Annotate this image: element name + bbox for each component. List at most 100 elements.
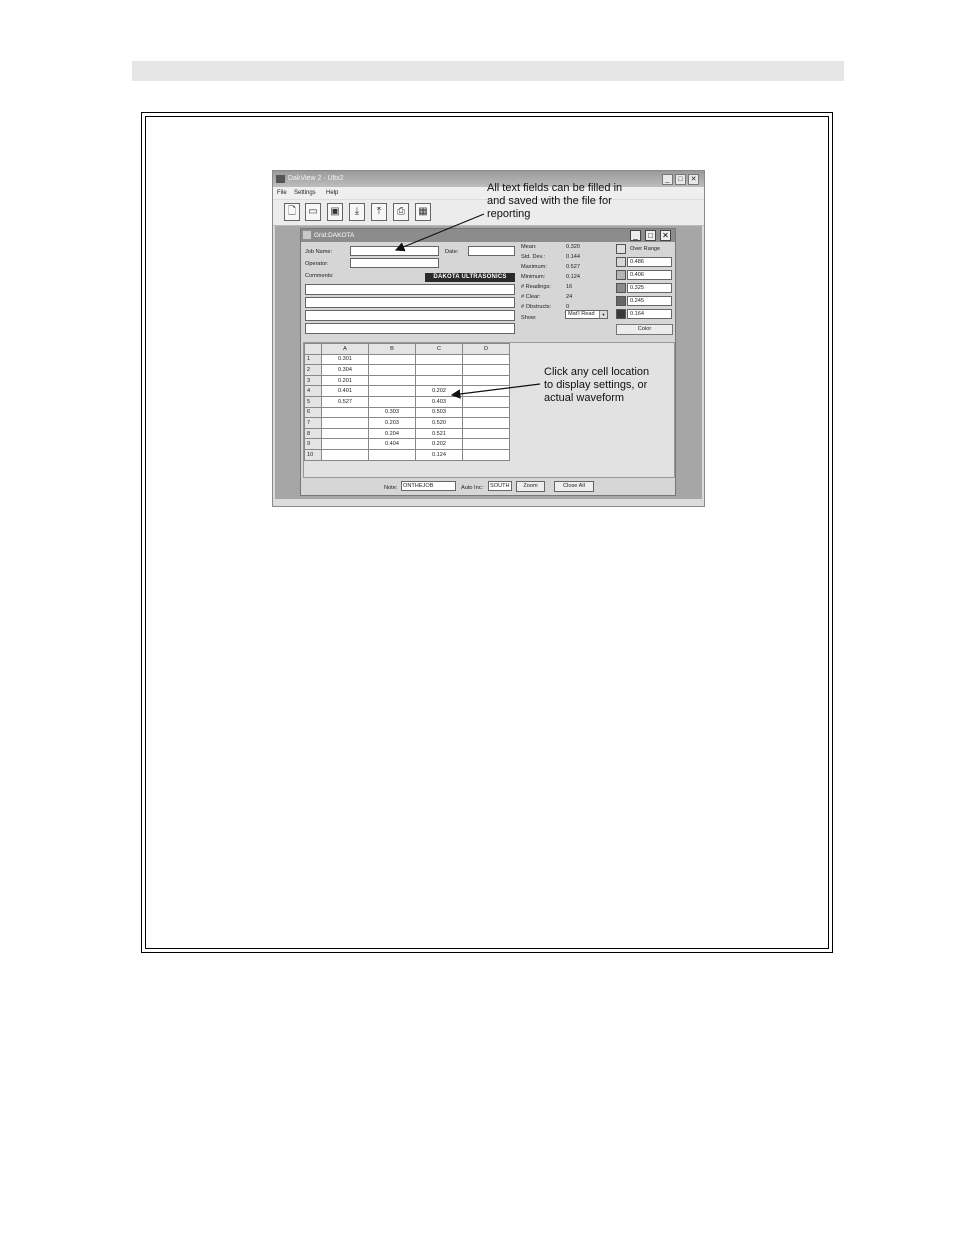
- grid-cell-a5[interactable]: 0.527: [321, 395, 369, 408]
- comments-line-4[interactable]: [305, 323, 515, 334]
- grid-cell-d7[interactable]: [462, 417, 510, 429]
- show-select[interactable]: Mat'l Read ▼: [565, 310, 608, 319]
- grid-cell-c9[interactable]: 0.202: [415, 438, 463, 450]
- column-header-b[interactable]: B: [368, 343, 416, 355]
- maximize-button[interactable]: □: [675, 174, 686, 185]
- grid-cell-b10[interactable]: [368, 448, 416, 461]
- row-header[interactable]: 8: [304, 427, 322, 440]
- close-button[interactable]: ✕: [688, 174, 699, 185]
- grid-cell-a10[interactable]: [321, 448, 369, 461]
- grid-cell-a4[interactable]: 0.401: [321, 385, 369, 397]
- grid-cell-b6[interactable]: 0.303: [368, 406, 416, 419]
- row-header[interactable]: 9: [304, 438, 322, 450]
- grid-cell-c8[interactable]: 0.521: [415, 427, 463, 440]
- range-swatch-5[interactable]: [616, 309, 626, 319]
- save-icon[interactable]: ▣: [327, 203, 343, 221]
- grid-cell-d5[interactable]: [462, 395, 510, 408]
- grid-cell-d3[interactable]: [462, 374, 510, 387]
- grid-cell-a8[interactable]: [321, 427, 369, 440]
- range-value-3[interactable]: 0.325: [627, 283, 672, 293]
- range-value-4[interactable]: 0.245: [627, 296, 672, 306]
- over-range-swatch[interactable]: [616, 244, 626, 254]
- date-field[interactable]: [468, 246, 515, 256]
- row-header[interactable]: 10: [304, 448, 322, 461]
- grid-cell-a6[interactable]: [321, 406, 369, 419]
- grid-cell-c10[interactable]: 0.124: [415, 448, 463, 461]
- comments-line-2[interactable]: [305, 297, 515, 308]
- close-all-button[interactable]: Close All: [554, 481, 594, 492]
- job-name-field[interactable]: [350, 246, 439, 256]
- column-header-d[interactable]: D: [462, 343, 510, 355]
- grid-cell-b5[interactable]: [368, 395, 416, 408]
- new-file-icon[interactable]: 🗋: [284, 203, 300, 221]
- grid-cell-c4[interactable]: 0.202: [415, 385, 463, 397]
- minimize-button[interactable]: _: [662, 174, 673, 185]
- row-header[interactable]: 7: [304, 417, 322, 429]
- table-row: 7 0.203 0.520: [304, 417, 510, 429]
- grid-cell-b9[interactable]: 0.404: [368, 438, 416, 450]
- chevron-down-icon: ▼: [599, 311, 607, 318]
- range-swatch-2[interactable]: [616, 270, 626, 280]
- grid-close-button[interactable]: ✕: [660, 230, 671, 241]
- row-header[interactable]: 4: [304, 385, 322, 397]
- range-swatch-1[interactable]: [616, 257, 626, 267]
- comments-label: Comments:: [305, 273, 334, 279]
- range-swatch-4[interactable]: [616, 296, 626, 306]
- grid-cell-c3[interactable]: [415, 374, 463, 387]
- row-header[interactable]: 2: [304, 364, 322, 376]
- grid-cell-d4[interactable]: [462, 385, 510, 397]
- clear-label: # Clear:: [521, 294, 541, 300]
- comments-line-1[interactable]: [305, 284, 515, 295]
- range-value-1[interactable]: 0.486: [627, 257, 672, 267]
- note-field[interactable]: ONTHEJOB: [401, 481, 456, 491]
- row-header[interactable]: 6: [304, 406, 322, 419]
- zoom-button[interactable]: Zoom: [516, 481, 545, 492]
- grid-cell-a3[interactable]: 0.201: [321, 374, 369, 387]
- menu-file[interactable]: File: [277, 190, 287, 196]
- grid-cell-b1[interactable]: [368, 353, 416, 366]
- download-icon[interactable]: ⤓: [349, 203, 365, 221]
- column-header-a[interactable]: A: [321, 343, 369, 355]
- range-value-2[interactable]: 0.406: [627, 270, 672, 280]
- grid-cell-d9[interactable]: [462, 438, 510, 450]
- grid-minimize-button[interactable]: _: [630, 230, 641, 241]
- grid-cell-b8[interactable]: 0.204: [368, 427, 416, 440]
- column-header-c[interactable]: C: [415, 343, 463, 355]
- range-swatch-3[interactable]: [616, 283, 626, 293]
- grid-cell-a9[interactable]: [321, 438, 369, 450]
- grid-cell-b2[interactable]: [368, 364, 416, 376]
- grid-cell-b4[interactable]: [368, 385, 416, 397]
- grid-cell-a1[interactable]: 0.301: [321, 353, 369, 366]
- row-header[interactable]: 1: [304, 353, 322, 366]
- maximum-label: Maximum:: [521, 264, 547, 270]
- comments-line-3[interactable]: [305, 310, 515, 321]
- grid-cell-a2[interactable]: 0.304: [321, 364, 369, 376]
- range-value-5[interactable]: 0.164: [627, 309, 672, 319]
- auto-inc-field[interactable]: SOUTH: [488, 481, 512, 491]
- grid-cell-a7[interactable]: [321, 417, 369, 429]
- grid-cell-d2[interactable]: [462, 364, 510, 376]
- color-button[interactable]: Color: [616, 324, 673, 335]
- open-folder-icon[interactable]: ▭: [305, 203, 321, 221]
- menu-help[interactable]: Help: [326, 190, 338, 196]
- grid-cell-d6[interactable]: [462, 406, 510, 419]
- grid-cell-c6[interactable]: 0.503: [415, 406, 463, 419]
- grid-cell-d8[interactable]: [462, 427, 510, 440]
- table-row: 6 0.303 0.503: [304, 406, 510, 419]
- grid-cell-c1[interactable]: [415, 353, 463, 366]
- grid-cell-c7[interactable]: 0.520: [415, 417, 463, 429]
- menu-settings[interactable]: Settings: [294, 190, 316, 196]
- grid-cell-d1[interactable]: [462, 353, 510, 366]
- operator-field[interactable]: [350, 258, 439, 268]
- grid-cell-c2[interactable]: [415, 364, 463, 376]
- grid-maximize-button[interactable]: □: [645, 230, 656, 241]
- print-icon[interactable]: ⎙: [393, 203, 409, 221]
- grid-cell-b7[interactable]: 0.203: [368, 417, 416, 429]
- grid-cell-d10[interactable]: [462, 448, 510, 461]
- upload-icon[interactable]: ⤒: [371, 203, 387, 221]
- grid-cell-c5[interactable]: 0.403: [415, 395, 463, 408]
- grid-cell-b3[interactable]: [368, 374, 416, 387]
- grid-icon[interactable]: ▦: [415, 203, 431, 221]
- row-header[interactable]: 3: [304, 374, 322, 387]
- row-header[interactable]: 5: [304, 395, 322, 408]
